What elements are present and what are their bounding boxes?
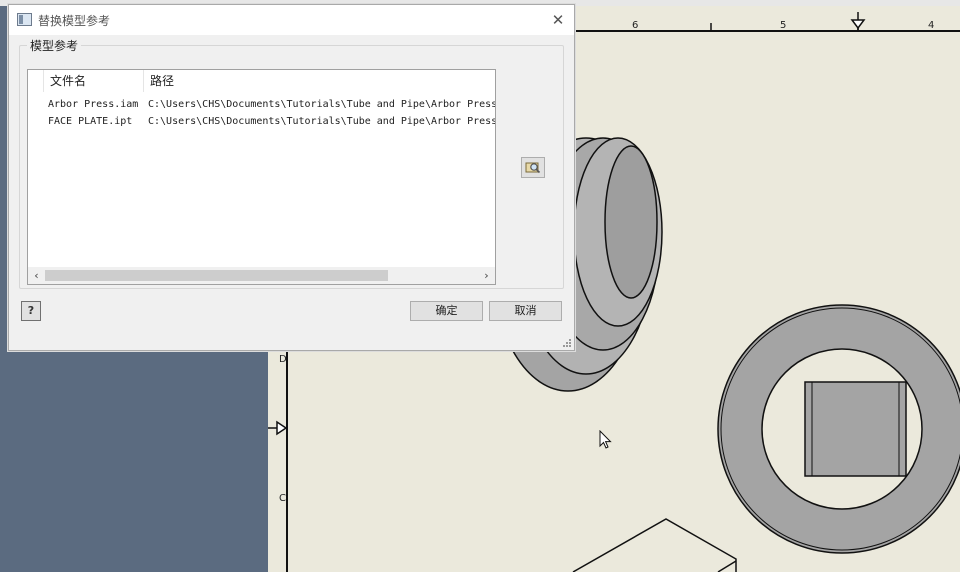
column-header-path[interactable]: 路径 bbox=[144, 70, 495, 92]
block-part-view bbox=[572, 518, 737, 572]
help-button[interactable]: ? bbox=[21, 301, 41, 321]
column-header-filename[interactable]: 文件名 bbox=[43, 70, 144, 92]
replace-model-reference-dialog: 替换模型参考 ✕ 模型参考 文件名 路径 Arbor Press.iam C:\… bbox=[8, 4, 575, 351]
cancel-button[interactable]: 取消 bbox=[489, 301, 562, 321]
close-button[interactable]: ✕ bbox=[548, 10, 568, 30]
scroll-thumb[interactable] bbox=[45, 270, 388, 281]
ruler-number-4: 4 bbox=[928, 20, 934, 31]
dialog-title: 替换模型参考 bbox=[38, 14, 111, 28]
browse-folder-icon bbox=[525, 162, 541, 174]
zone-letter-c: C bbox=[279, 493, 286, 504]
scroll-right-arrow-icon[interactable]: › bbox=[478, 267, 495, 284]
ruler-number-6: 6 bbox=[632, 20, 638, 31]
reference-list[interactable]: 文件名 路径 Arbor Press.iam C:\Users\CHS\Docu… bbox=[27, 69, 496, 285]
row-filename: FACE PLATE.ipt bbox=[48, 116, 133, 127]
center-mark-arrow-left bbox=[276, 420, 288, 436]
resize-grip-icon[interactable] bbox=[562, 338, 572, 348]
scroll-left-arrow-icon[interactable]: ‹ bbox=[28, 267, 45, 284]
dialog-app-icon bbox=[17, 13, 32, 26]
ruler-number-5: 5 bbox=[780, 20, 786, 31]
list-header: 文件名 路径 bbox=[28, 70, 495, 92]
group-label: 模型参考 bbox=[27, 37, 82, 54]
row-path: C:\Users\CHS\Documents\Tutorials\Tube an… bbox=[148, 116, 495, 127]
center-mark-arrow-top bbox=[850, 19, 866, 30]
ring-part-view bbox=[717, 304, 960, 554]
zone-letter-d: D bbox=[279, 354, 287, 365]
ok-button[interactable]: 确定 bbox=[410, 301, 483, 321]
mouse-pointer-icon bbox=[599, 430, 612, 449]
horizontal-scrollbar[interactable]: ‹ › bbox=[28, 267, 495, 284]
close-icon: ✕ bbox=[551, 11, 565, 29]
table-row[interactable]: Arbor Press.iam C:\Users\CHS\Documents\T… bbox=[28, 96, 495, 113]
browse-button[interactable] bbox=[521, 157, 545, 178]
help-icon: ? bbox=[27, 304, 35, 317]
table-row[interactable]: FACE PLATE.ipt C:\Users\CHS\Documents\Tu… bbox=[28, 113, 495, 130]
model-reference-group: 模型参考 文件名 路径 Arbor Press.iam C:\Users\CHS… bbox=[19, 37, 564, 289]
row-path: C:\Users\CHS\Documents\Tutorials\Tube an… bbox=[148, 99, 495, 110]
row-filename: Arbor Press.iam bbox=[48, 99, 139, 110]
dialog-titlebar[interactable]: 替换模型参考 ✕ bbox=[9, 5, 574, 35]
